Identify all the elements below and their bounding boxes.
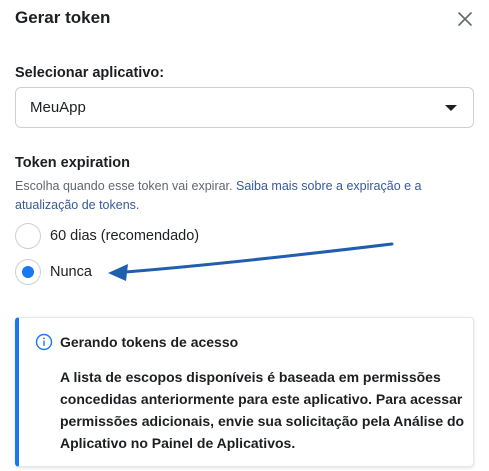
radio-option-never[interactable]: Nunca <box>15 259 92 285</box>
radio-button[interactable] <box>15 223 41 249</box>
app-select-label: Selecionar aplicativo: <box>15 65 165 81</box>
radio-option-60-days[interactable]: 60 dias (recomendado) <box>15 223 199 249</box>
radio-label-60-days: 60 dias (recomendado) <box>50 228 200 244</box>
expiration-description-text: Escolha quando esse token vai expirar. <box>15 179 236 193</box>
close-icon[interactable] <box>455 9 475 29</box>
app-select[interactable]: MeuApp <box>15 87 474 128</box>
token-expiration-title: Token expiration <box>15 155 130 171</box>
generate-token-dialog: Gerar token Selecionar aplicativo: MeuAp… <box>0 0 489 471</box>
caret-down-icon <box>445 105 457 111</box>
radio-label-never: Nunca <box>50 264 92 280</box>
radio-button-selected[interactable] <box>15 259 41 285</box>
info-icon <box>35 333 53 351</box>
info-card: Gerando tokens de acesso A lista de esco… <box>15 317 474 467</box>
token-expiration-description: Escolha quando esse token vai expirar. S… <box>15 177 455 215</box>
app-select-value: MeuApp <box>30 99 86 116</box>
dialog-title: Gerar token <box>15 8 111 27</box>
info-body: A lista de escopos disponíveis é baseada… <box>60 369 465 451</box>
info-title: Gerando tokens de acesso <box>60 334 239 350</box>
